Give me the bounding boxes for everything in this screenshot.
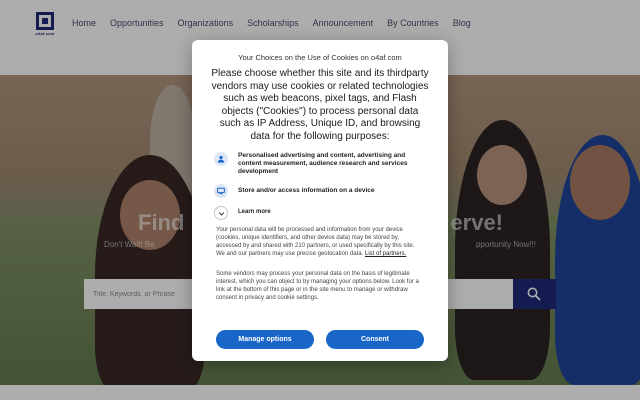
- device-icon: [214, 184, 228, 198]
- purpose-label: Personalised advertising and content, ad…: [238, 152, 408, 175]
- consent-lead-text: Please choose whether this site and its …: [211, 68, 429, 142]
- consent-details-text: Your personal data will be processed and…: [216, 226, 424, 258]
- person-icon: [214, 152, 228, 166]
- manage-options-button[interactable]: Manage options: [216, 330, 314, 349]
- cookie-consent-dialog: Your Choices on the Use of Cookies on o4…: [192, 40, 448, 361]
- list-of-partners-link[interactable]: List of partners.: [365, 251, 406, 257]
- consent-title: Your Choices on the Use of Cookies on o4…: [238, 53, 402, 62]
- chevron-down-icon: [214, 206, 228, 220]
- learn-more-label: Learn more: [238, 209, 271, 215]
- legitimate-interest-text: Some vendors may process your personal d…: [216, 271, 419, 301]
- consent-button[interactable]: Consent: [326, 330, 424, 349]
- purpose-label: Store and/or access information on a dev…: [238, 187, 375, 194]
